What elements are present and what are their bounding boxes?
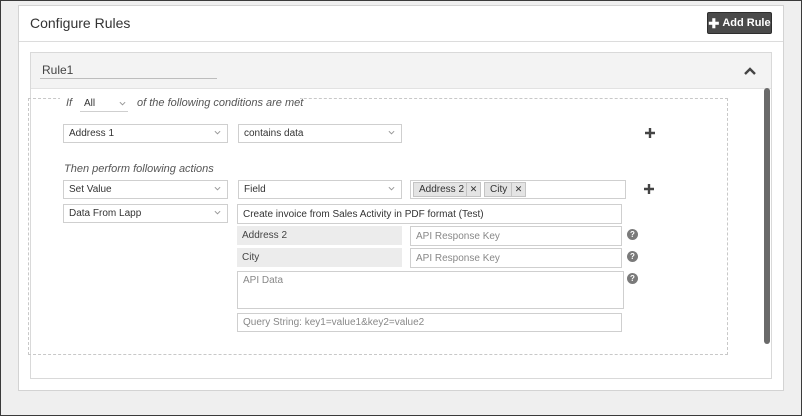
plus-icon: ✚ xyxy=(708,15,720,31)
close-icon[interactable]: ✕ xyxy=(511,183,525,196)
action-source-value: Data From Lapp xyxy=(69,208,142,219)
if-label: If xyxy=(66,97,73,109)
condition-operator-value: contains data xyxy=(244,128,304,139)
api-response-key-input[interactable] xyxy=(410,248,622,268)
action-target-select[interactable]: Field xyxy=(238,180,402,199)
mapping-field-label: Address 2 xyxy=(237,226,402,245)
add-rule-button[interactable]: ✚ Add Rule xyxy=(707,12,772,34)
chevron-down-icon xyxy=(214,130,221,135)
api-response-key-input[interactable] xyxy=(410,226,622,246)
match-mode-value: All xyxy=(84,98,96,109)
add-rule-label: Add Rule xyxy=(722,17,771,29)
lapp-name-input[interactable] xyxy=(237,204,622,224)
condition-field-value: Address 1 xyxy=(69,128,115,139)
close-icon[interactable]: ✕ xyxy=(466,183,480,196)
conditions-suffix-label: of the following conditions are met xyxy=(137,97,304,109)
condition-field-select[interactable]: Address 1 xyxy=(63,124,228,143)
api-data-textarea[interactable] xyxy=(237,271,624,309)
panel-header: Configure Rules ✚ Add Rule xyxy=(19,6,783,42)
mapping-field-label: City xyxy=(237,248,402,267)
action-target-value: Field xyxy=(244,184,266,195)
chevron-down-icon xyxy=(214,210,221,215)
field-tag: Address 2 ✕ xyxy=(413,182,481,197)
add-action-plus-icon[interactable] xyxy=(643,183,655,195)
question-icon[interactable]: ? xyxy=(627,251,638,262)
page-title: Configure Rules xyxy=(30,15,131,31)
rule-name-input[interactable] xyxy=(40,62,217,79)
chevron-up-icon[interactable] xyxy=(743,65,757,77)
rule-header xyxy=(31,53,771,89)
chevron-down-icon xyxy=(119,101,126,106)
action-type-select[interactable]: Set Value xyxy=(63,180,228,199)
selected-fields-multiselect[interactable]: Address 2 ✕ City ✕ xyxy=(410,180,626,199)
scrollbar[interactable] xyxy=(764,88,770,344)
action-type-value: Set Value xyxy=(69,184,112,195)
add-condition-plus-icon[interactable] xyxy=(644,127,656,139)
condition-operator-select[interactable]: contains data xyxy=(238,124,402,143)
field-tag-label: Address 2 xyxy=(419,184,465,195)
action-source-select[interactable]: Data From Lapp xyxy=(63,204,228,223)
field-tag: City ✕ xyxy=(484,182,526,197)
chevron-down-icon xyxy=(214,186,221,191)
chevron-down-icon xyxy=(388,130,395,135)
match-mode-select[interactable]: All xyxy=(80,95,128,112)
actions-heading: Then perform following actions xyxy=(64,163,214,175)
chevron-down-icon xyxy=(388,186,395,191)
question-icon[interactable]: ? xyxy=(627,273,638,284)
field-tag-label: City xyxy=(490,184,508,195)
question-icon[interactable]: ? xyxy=(627,229,638,240)
query-string-input[interactable] xyxy=(237,313,622,332)
